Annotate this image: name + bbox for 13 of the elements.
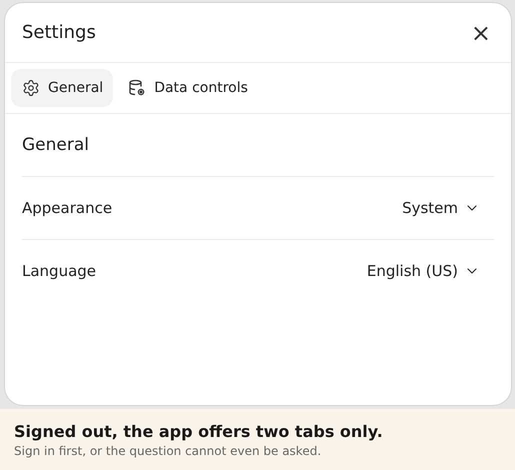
setting-dropdown[interactable]: System <box>402 199 494 217</box>
settings-icon <box>22 79 40 97</box>
setting-dropdown[interactable]: English (US) <box>366 262 494 280</box>
close-button[interactable]: × <box>466 20 495 44</box>
tab[interactable]: Data controls <box>117 69 258 107</box>
caption-headline: Signed out, the app offers two tabs only. <box>14 422 384 441</box>
setting-label: Language <box>22 262 96 280</box>
dialog-title: Settings <box>22 22 96 43</box>
section-heading: General <box>22 135 89 155</box>
database-gear-icon <box>128 79 146 97</box>
caption-note: Sign in first, or the question cannot even be asked. <box>14 444 322 458</box>
setting-label: Appearance <box>22 199 112 217</box>
tab[interactable]: General <box>11 69 114 107</box>
